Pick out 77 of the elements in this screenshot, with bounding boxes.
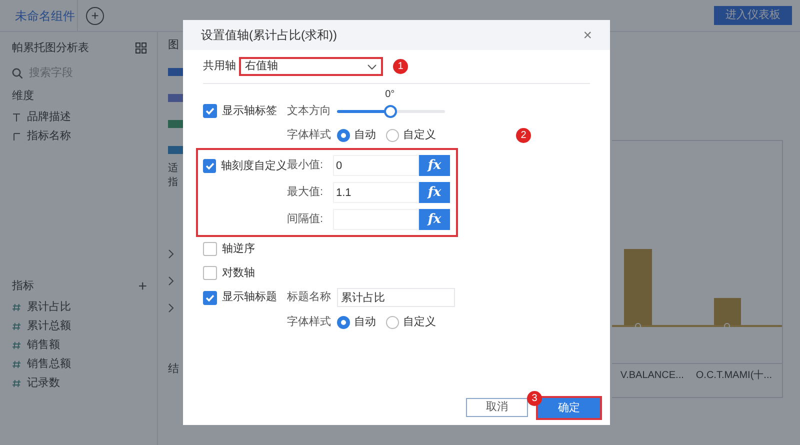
grid-icon[interactable]: [135, 42, 147, 54]
axis-select[interactable]: 右值轴: [239, 57, 383, 76]
radio-label: 自动: [354, 128, 376, 144]
radio-label: 自动: [354, 315, 376, 330]
text-field-icon: [12, 113, 21, 122]
slider-reading: 0°: [385, 88, 395, 102]
section-heading: 指标: [12, 278, 34, 294]
field-item[interactable]: 记录数: [27, 375, 60, 392]
number-input[interactable]: [333, 209, 419, 230]
field-label: 间隔值:: [287, 212, 324, 228]
radio-label: 自定义: [403, 128, 436, 144]
checkbox-label: 轴刻度自定义: [221, 158, 287, 174]
hash-icon: [12, 341, 21, 350]
field-label: 字体样式: [287, 128, 332, 144]
field-item[interactable]: 累计总额: [27, 318, 71, 335]
hash-icon: [12, 360, 21, 369]
hash-icon: [12, 303, 21, 312]
field-item[interactable]: 销售额: [27, 337, 60, 354]
section-label: 结: [168, 362, 180, 377]
field-item[interactable]: 累计占比: [27, 299, 71, 316]
field-label: 最小值:: [287, 158, 324, 174]
radio-button[interactable]: [337, 316, 350, 329]
confirm-button[interactable]: 确定: [538, 398, 600, 418]
field-item[interactable]: 品牌描述: [27, 109, 71, 126]
checkbox[interactable]: [203, 290, 217, 304]
checkbox[interactable]: [203, 266, 217, 280]
formula-button[interactable]: fx: [419, 182, 450, 203]
hint-text: 指: [168, 176, 179, 190]
column-title: 图: [168, 38, 180, 53]
close-button[interactable]: ×: [583, 28, 592, 42]
field-label: 字体样式: [287, 314, 332, 330]
panel-title: 帕累托图分析表: [12, 40, 89, 56]
radio-button[interactable]: [386, 129, 399, 142]
hierarchy-icon: [12, 132, 21, 141]
step-badge: 2: [516, 128, 531, 143]
checkbox-label: 显示轴标签: [222, 104, 277, 119]
checkbox-label: 轴逆序: [222, 242, 255, 257]
field-label: 最大值:: [287, 185, 324, 200]
point-marker: [635, 323, 641, 329]
checkbox[interactable]: [203, 242, 217, 256]
search-icon: [12, 68, 23, 78]
radio-label: 自定义: [403, 314, 436, 330]
field-label: 文本方向: [287, 104, 332, 119]
dialog-title: 设置值轴(累计占比(求和)): [201, 27, 337, 44]
point-marker: [724, 323, 730, 329]
dashboard-button[interactable]: 进入仪表板: [714, 6, 792, 25]
hash-icon: [12, 379, 21, 388]
step-badge: 3: [527, 391, 542, 406]
section-heading: 维度: [12, 88, 35, 104]
step-badge: 1: [393, 59, 408, 74]
field-item[interactable]: 销售总额: [27, 356, 71, 373]
cancel-button[interactable]: 取消: [466, 398, 528, 417]
slider-thumb[interactable]: [384, 104, 397, 118]
caret-icon: [367, 64, 377, 70]
bar: [714, 298, 741, 326]
radio-button[interactable]: [386, 316, 399, 329]
component-tab[interactable]: 未命名组件: [0, 0, 78, 31]
number-input[interactable]: 1.1: [333, 182, 419, 203]
number-input[interactable]: 0: [333, 155, 419, 176]
checkbox[interactable]: [203, 104, 217, 118]
hash-icon: [12, 322, 21, 331]
radio-button[interactable]: [337, 129, 350, 142]
axis-label: V.BALANCE...: [620, 369, 684, 383]
field-label: 标题名称: [287, 290, 332, 306]
hint-text: 适: [168, 162, 179, 176]
checkbox-label: 对数轴: [222, 266, 255, 281]
axis-label: O.C.T.MAMI(十...: [696, 368, 772, 383]
formula-button[interactable]: fx: [419, 209, 450, 230]
field-label: 共用轴: [203, 59, 237, 74]
slider[interactable]: [337, 104, 445, 118]
formula-button[interactable]: fx: [419, 155, 450, 176]
checkbox[interactable]: [203, 159, 216, 174]
add-button[interactable]: +: [86, 6, 104, 24]
add-measure-button[interactable]: +: [138, 278, 147, 294]
checkbox-label: 显示轴标题: [222, 290, 277, 306]
field-item[interactable]: 指标名称: [27, 128, 71, 145]
text-input[interactable]: 累计占比: [337, 288, 455, 307]
